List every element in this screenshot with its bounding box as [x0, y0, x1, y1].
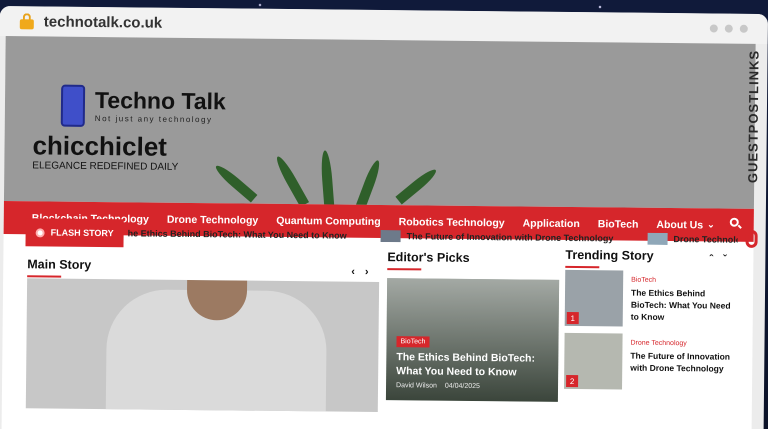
trending-title[interactable]: The Ethics Behind BioTech: What You Need… [631, 287, 735, 324]
trending-rank: 2 [566, 374, 579, 388]
ticker-item[interactable]: Drone Technology Applicat [647, 232, 738, 246]
trending-thumbnail: 1 [564, 269, 624, 327]
record-dot-icon [35, 227, 45, 237]
trending-item[interactable]: 1 BioTech The Ethics Behind BioTech: Wha… [564, 269, 738, 328]
plant-leaf [319, 150, 335, 209]
trending-title[interactable]: The Future of Innovation with Drone Tech… [630, 350, 734, 375]
site-description: ELEGANCE REDEFINED DAILY [32, 160, 179, 173]
ticker-item[interactable]: he Ethics Behind BioTech: What You Need … [128, 228, 347, 240]
main-story-image[interactable] [25, 278, 380, 412]
phone-logo-icon[interactable] [60, 84, 86, 127]
window-dot-icon[interactable] [709, 24, 718, 33]
url-text[interactable]: technotalk.co.uk [44, 13, 163, 31]
editors-picks-heading: Editor's Picks [387, 250, 470, 265]
author-name[interactable]: David Wilson [396, 382, 437, 389]
window-dot-icon[interactable] [739, 24, 748, 33]
plant-leaf [273, 154, 310, 207]
link-icon [745, 229, 758, 248]
logo-tagline: Not just any technology [94, 113, 213, 125]
plant-leaf [355, 158, 383, 209]
trending-category[interactable]: Drone Technology [630, 340, 734, 348]
ticker-item-text: The Future of Innovation with Drone Tech… [406, 231, 614, 244]
guestpostlinks-watermark: GUESTPOSTLINKS [743, 49, 765, 248]
trending-category[interactable]: BioTech [631, 277, 735, 285]
article-meta: David Wilson 04/04/2025 [396, 382, 480, 390]
editors-pick-card[interactable]: BioTech The Ethics Behind BioTech: What … [385, 278, 560, 402]
watermark-text: GUESTPOSTLINKS [745, 49, 762, 184]
plant-leaf [212, 162, 258, 203]
window-controls [709, 24, 748, 33]
trending-thumbnail: 2 [564, 332, 623, 390]
ticker-item-text: Drone Technology Applicat [673, 234, 738, 245]
trending-story-heading: Trending Story [565, 247, 654, 263]
main-story-heading: Main Story [27, 257, 92, 272]
ticker-item-text: he Ethics Behind BioTech: What You Need … [127, 228, 347, 241]
trending-item[interactable]: 2 Drone Technology The Future of Innovat… [564, 332, 737, 391]
news-ticker: he Ethics Behind BioTech: What You Need … [128, 227, 738, 245]
plant-leaf [395, 166, 439, 205]
editors-pick-headline[interactable]: The Ethics Behind BioTech: What You Need… [396, 350, 556, 380]
logo-title[interactable]: Techno Talk [95, 87, 226, 115]
ticker-item[interactable]: The Future of Innovation with Drone Tech… [380, 229, 614, 244]
publish-date: 04/04/2025 [444, 382, 480, 391]
window-dot-icon[interactable] [724, 24, 733, 33]
chevron-down-icon[interactable]: ˇ [723, 254, 727, 266]
browser-window: technotalk.co.uk Techno Talk Not just an… [0, 6, 768, 429]
chevron-right-icon[interactable]: › [365, 266, 369, 278]
hero-banner: Techno Talk Not just any technology chic… [3, 36, 756, 209]
lock-icon [19, 13, 34, 30]
chevron-left-icon[interactable]: ‹ [351, 266, 355, 278]
ticker-thumbnail [647, 232, 668, 246]
chevron-up-icon[interactable]: ˆ [709, 253, 713, 265]
main-story-arrows: ‹ › [351, 266, 368, 278]
flash-story-label: FLASH STORY [50, 227, 114, 239]
flash-story-badge: FLASH STORY [25, 218, 124, 248]
site-title[interactable]: chicchiclet [32, 130, 167, 162]
category-badge[interactable]: BioTech [396, 336, 430, 348]
ticker-thumbnail [380, 229, 401, 243]
trending-rank: 1 [566, 311, 579, 325]
trending-arrows: ˆ ˇ [709, 253, 726, 265]
